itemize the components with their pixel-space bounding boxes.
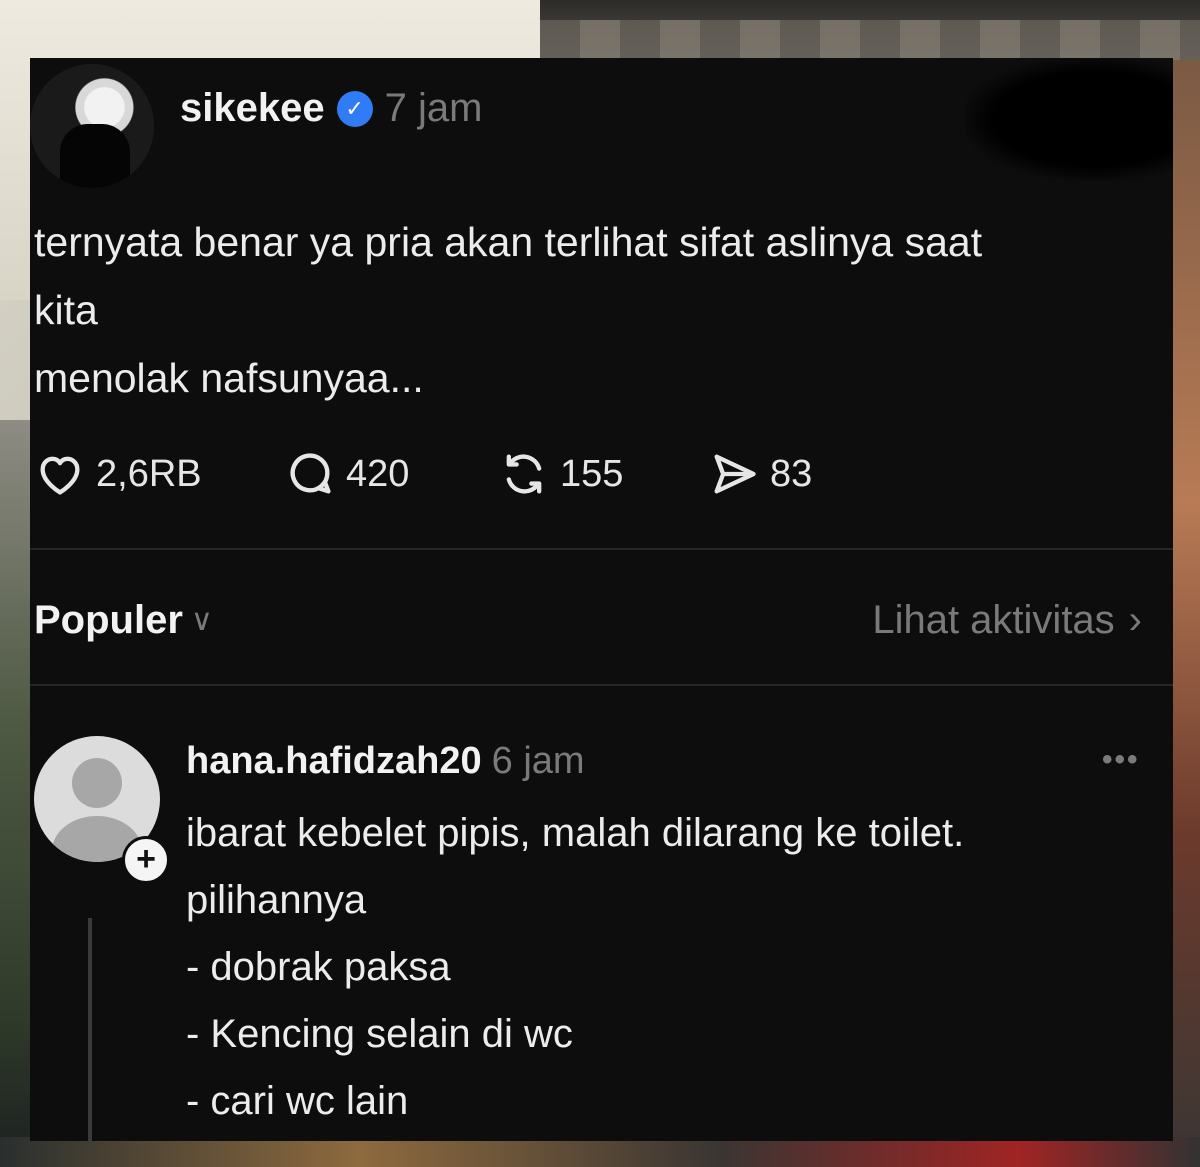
author-avatar[interactable] <box>30 64 154 188</box>
background-building-right <box>1170 60 1200 1167</box>
background-street-bottom <box>0 1137 1200 1167</box>
share-count: 83 <box>770 452 813 495</box>
comment-count: 420 <box>346 452 410 495</box>
default-avatar-head <box>72 758 122 808</box>
thread-line <box>88 918 92 1141</box>
sort-label: Populer <box>34 598 183 642</box>
heart-icon <box>40 456 80 495</box>
comment-header: hana.hafidzah20 6 jam <box>186 740 585 783</box>
replies-filter-row: Populer ∨ Lihat aktivitas › <box>34 598 1142 643</box>
divider <box>30 684 1173 686</box>
like-button[interactable]: 2,6RB <box>34 448 284 500</box>
like-count: 2,6RB <box>96 452 202 495</box>
divider <box>30 548 1173 550</box>
repost-button[interactable]: 155 <box>498 448 708 500</box>
repost-icon <box>506 454 542 494</box>
chevron-right-icon: › <box>1128 598 1142 642</box>
comment-body-text: ibarat kebelet pipis, malah dilarang ke … <box>186 811 965 1123</box>
view-activity-label: Lihat aktivitas <box>872 598 1115 642</box>
post-author-username[interactable]: sikekee <box>180 86 325 131</box>
verified-badge-icon: ✓ <box>336 90 373 127</box>
comment-author-username[interactable]: hana.hafidzah20 <box>186 740 482 783</box>
post-action-bar: 2,6RB 420 155 83 <box>34 448 812 500</box>
view-activity-link[interactable]: Lihat aktivitas › <box>872 598 1142 643</box>
follow-plus-icon[interactable]: + <box>122 836 170 884</box>
sort-dropdown[interactable]: Populer ∨ <box>34 598 213 643</box>
post-header: sikekee ✓ 7 jam <box>180 86 482 131</box>
background-building-facade <box>540 20 1200 60</box>
comment-button[interactable]: 420 <box>284 448 498 500</box>
redaction-mark <box>965 58 1173 180</box>
comment-timestamp: 6 jam <box>491 740 585 782</box>
send-icon <box>714 454 756 494</box>
more-options-icon[interactable]: ••• <box>1102 743 1140 777</box>
comment-bubble-icon <box>290 453 331 494</box>
threads-post-screenshot: sikekee ✓ 7 jam ternyata benar ya pria a… <box>30 58 1173 1141</box>
chevron-down-icon: ∨ <box>190 604 213 637</box>
share-button[interactable]: 83 <box>708 448 812 500</box>
post-body-text: ternyata benar ya pria akan terlihat sif… <box>34 219 983 401</box>
repost-count: 155 <box>560 452 624 495</box>
post-timestamp: 7 jam <box>384 86 483 130</box>
